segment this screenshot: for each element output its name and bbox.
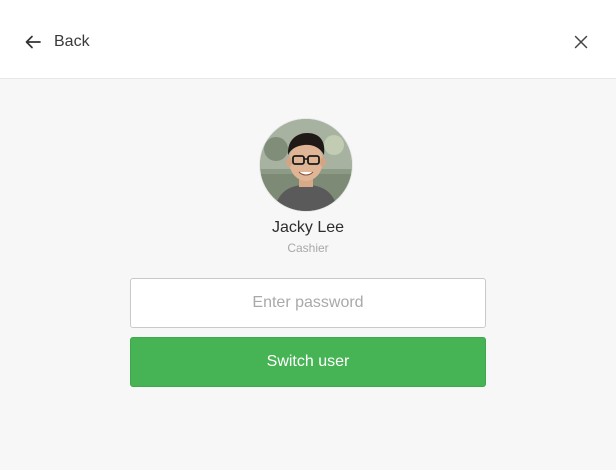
switch-user-button[interactable]: Switch user xyxy=(130,337,486,387)
password-input[interactable] xyxy=(130,278,486,328)
user-role: Cashier xyxy=(287,241,329,255)
close-icon xyxy=(574,35,588,49)
top-bar: Back xyxy=(0,0,616,79)
arrow-left-icon xyxy=(24,33,42,51)
close-button[interactable] xyxy=(574,35,588,49)
avatar xyxy=(260,119,352,211)
back-button[interactable]: Back xyxy=(24,30,90,54)
switch-user-panel: Jacky Lee Cashier Switch user xyxy=(0,79,616,470)
back-label: Back xyxy=(54,33,90,50)
user-name: Jacky Lee xyxy=(271,219,345,236)
